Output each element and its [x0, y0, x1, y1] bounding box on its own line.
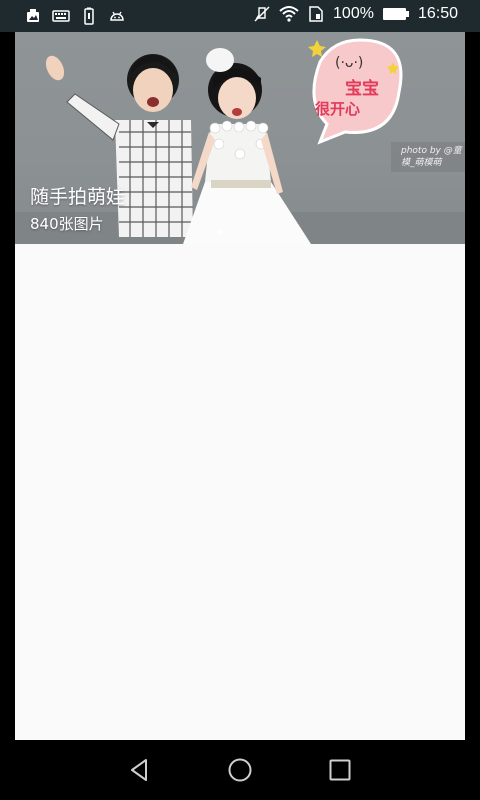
- photo-icon: [27, 9, 39, 22]
- battery-percent: 100%: [333, 5, 374, 22]
- status-bar: 100% 16:50: [0, 0, 480, 32]
- home-icon[interactable]: [226, 756, 254, 784]
- svg-text:(·ᴗ·): (·ᴗ·): [335, 55, 363, 71]
- back-icon[interactable]: [126, 756, 154, 784]
- photo-credit: photo by @童模_萌模萌: [391, 142, 465, 172]
- sim-icon: [309, 6, 323, 22]
- keyboard-icon: [52, 10, 70, 22]
- banner-title: 随手拍萌娃: [30, 186, 126, 208]
- navigation-bar: [0, 740, 480, 800]
- sticker-bubble: (·ᴗ·) 宝宝 很开心: [308, 38, 403, 145]
- app-content: (·ᴗ·) 宝宝 很开心 photo by @童模_萌模萌 随手拍萌娃 840张…: [15, 32, 465, 740]
- battery-icon: [382, 8, 409, 20]
- mute-icon: [254, 6, 270, 22]
- boy-figure: [45, 54, 193, 237]
- wifi-icon: [279, 6, 299, 22]
- girl-figure: [183, 48, 311, 244]
- android-debug-icon: [110, 11, 124, 21]
- page-indicator-dot: [217, 229, 223, 235]
- clock: 16:50: [417, 5, 458, 22]
- svg-text:很开心: 很开心: [314, 100, 360, 118]
- svg-text:宝宝: 宝宝: [345, 78, 379, 99]
- featured-banner[interactable]: (·ᴗ·) 宝宝 很开心 photo by @童模_萌模萌 随手拍萌娃 840张…: [15, 32, 465, 244]
- battery-saver-icon: [84, 7, 94, 25]
- recents-icon[interactable]: [326, 756, 354, 784]
- banner-image-count: 840张图片: [30, 215, 104, 233]
